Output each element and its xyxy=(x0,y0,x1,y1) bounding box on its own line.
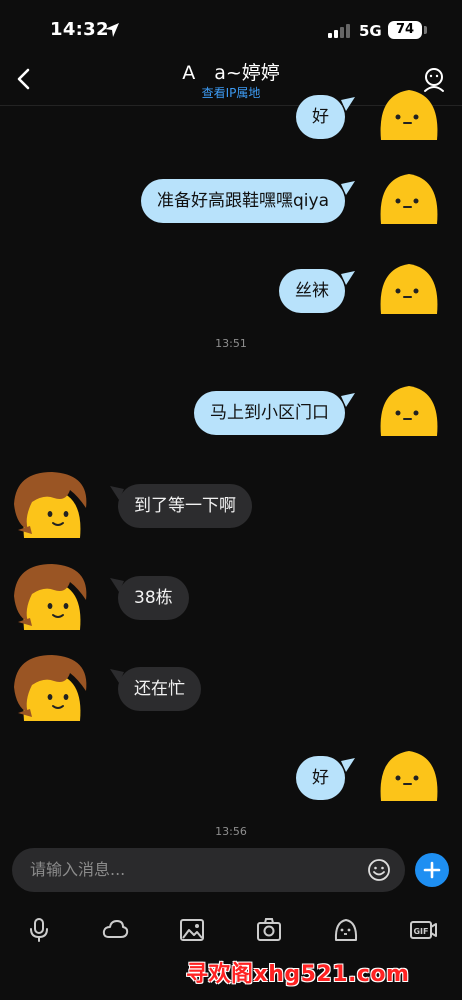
cellular-signal-icon xyxy=(328,24,350,38)
received-message-bubble[interactable]: 还在忙 xyxy=(118,667,201,711)
clock: 14:32 xyxy=(50,19,109,40)
my-avatar[interactable] xyxy=(378,87,440,147)
sticker-face-icon[interactable] xyxy=(332,916,360,944)
battery-tip xyxy=(424,26,427,34)
my-avatar[interactable] xyxy=(378,261,440,321)
image-icon[interactable] xyxy=(178,916,206,944)
bubble-tail xyxy=(110,486,124,500)
sent-message-bubble[interactable]: 马上到小区门口 xyxy=(194,391,345,435)
emoji-icon[interactable] xyxy=(367,858,391,882)
bubble-tail xyxy=(341,393,355,407)
sent-message-bubble[interactable]: 丝袜 xyxy=(279,269,345,313)
timestamp: 13:51 xyxy=(215,337,247,350)
bubble-tail xyxy=(341,271,355,285)
bubble-tail xyxy=(341,97,355,111)
my-avatar[interactable] xyxy=(378,383,440,443)
message-input[interactable]: 请输入消息... xyxy=(12,848,405,892)
input-toolbar: GIF xyxy=(0,910,462,950)
contact-name[interactable]: A a~婷婷 xyxy=(0,58,462,85)
bubble-tail xyxy=(341,758,355,772)
network-type: 5G xyxy=(359,22,382,40)
my-avatar[interactable] xyxy=(378,171,440,231)
contact-avatar[interactable] xyxy=(10,560,90,636)
add-button[interactable] xyxy=(415,853,449,887)
plus-icon xyxy=(423,861,441,879)
gif-icon[interactable]: GIF xyxy=(409,916,437,944)
watermark: 寻欢阁xhg521.com xyxy=(186,962,410,987)
location-arrow-icon xyxy=(105,23,119,37)
battery-indicator: 74 xyxy=(388,21,422,39)
microphone-icon[interactable] xyxy=(25,916,53,944)
received-message-bubble[interactable]: 38栋 xyxy=(118,576,189,620)
svg-text:GIF: GIF xyxy=(413,927,428,936)
contact-avatar[interactable] xyxy=(10,651,90,727)
received-message-bubble[interactable]: 到了等一下啊 xyxy=(118,484,252,528)
bubble-tail xyxy=(341,181,355,195)
status-bar: 14:32 5G 74 xyxy=(0,0,462,58)
contact-avatar[interactable] xyxy=(10,468,90,544)
sent-message-bubble[interactable]: 好 xyxy=(296,95,345,139)
bubble-tail xyxy=(110,578,124,592)
timestamp: 13:56 xyxy=(215,825,247,838)
message-input-placeholder: 请输入消息... xyxy=(30,860,126,879)
my-avatar[interactable] xyxy=(378,748,440,808)
bubble-tail xyxy=(110,669,124,683)
sent-message-bubble[interactable]: 准备好高跟鞋嘿嘿qiya xyxy=(141,179,345,223)
cloud-icon[interactable] xyxy=(101,916,129,944)
camera-icon[interactable] xyxy=(255,916,283,944)
sent-message-bubble[interactable]: 好 xyxy=(296,756,345,800)
